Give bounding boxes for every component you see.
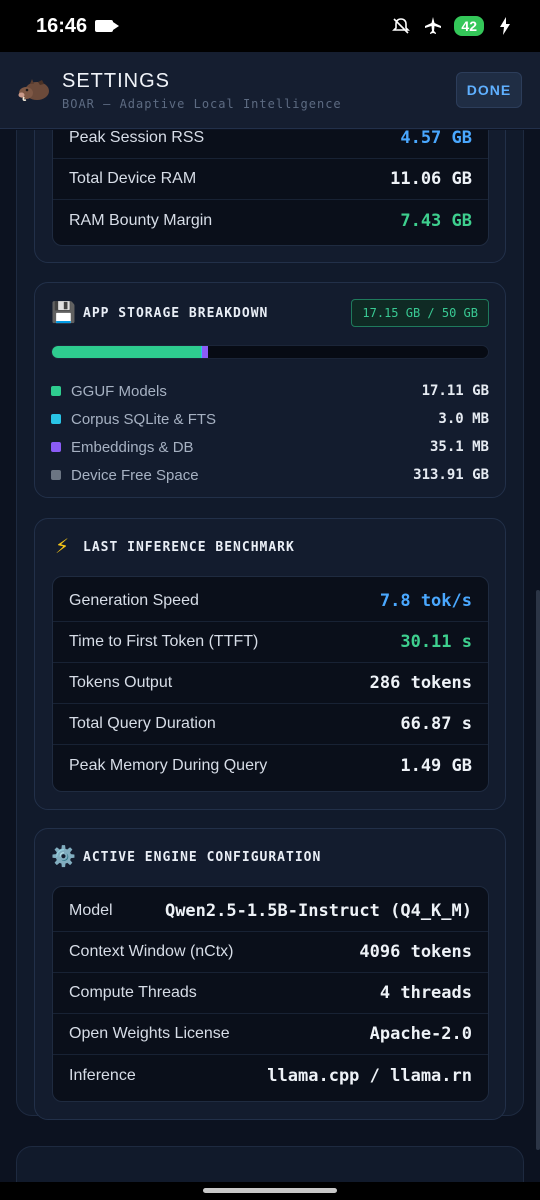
storage-bar-embeddings bbox=[202, 346, 208, 358]
benchmark-label: Generation Speed bbox=[69, 592, 199, 609]
next-panel bbox=[16, 1146, 524, 1182]
memory-table: Peak Session RSS 4.57 GB Total Device RA… bbox=[52, 130, 489, 246]
legend-swatch bbox=[51, 414, 61, 424]
benchmark-row: Generation Speed 7.8 tok/s bbox=[53, 581, 488, 622]
legend-item-embeddings: Embeddings & DB 35.1 MB bbox=[51, 433, 489, 461]
storage-bar-gguf bbox=[52, 346, 202, 358]
memory-value: 7.43 GB bbox=[400, 210, 472, 231]
benchmark-card-title: LAST INFERENCE BENCHMARK bbox=[83, 539, 295, 555]
engine-label: Context Window (nCtx) bbox=[69, 943, 234, 960]
legend-item-free-space: Device Free Space 313.91 GB bbox=[51, 461, 489, 489]
scrollbar[interactable] bbox=[536, 590, 540, 1150]
memory-row-total-ram: Total Device RAM 11.06 GB bbox=[53, 159, 488, 200]
benchmark-card-header: ⚡ LAST INFERENCE BENCHMARK bbox=[51, 535, 295, 559]
mute-icon bbox=[390, 15, 412, 37]
storage-card-header: 💾 APP STORAGE BREAKDOWN bbox=[51, 301, 268, 325]
benchmark-label: Time to First Token (TTFT) bbox=[69, 633, 259, 650]
engine-value: llama.cpp / llama.rn bbox=[267, 1065, 472, 1086]
status-bar: 16:46 42 bbox=[0, 0, 540, 52]
floppy-disk-icon: 💾 bbox=[51, 302, 76, 324]
benchmark-table: Generation Speed 7.8 tok/s Time to First… bbox=[52, 576, 489, 792]
memory-label: RAM Bounty Margin bbox=[69, 211, 213, 229]
benchmark-value: 286 tokens bbox=[369, 673, 472, 693]
engine-value: 4096 tokens bbox=[359, 942, 472, 962]
battery-indicator: 42 bbox=[454, 16, 484, 36]
storage-usage-badge: 17.15 GB / 50 GB bbox=[351, 299, 489, 327]
benchmark-row: Tokens Output 286 tokens bbox=[53, 663, 488, 704]
engine-value: Qwen2.5-1.5B-Instruct (Q4_K_M) bbox=[164, 901, 472, 921]
legend-swatch bbox=[51, 386, 61, 396]
memory-value: 11.06 GB bbox=[390, 169, 472, 189]
engine-row-inference: Inference llama.cpp / llama.rn bbox=[53, 1055, 488, 1096]
legend-label: GGUF Models bbox=[71, 382, 167, 400]
engine-card-header: ⚙️ ACTIVE ENGINE CONFIGURATION bbox=[51, 845, 321, 869]
legend-label: Device Free Space bbox=[71, 466, 199, 484]
legend-item-corpus: Corpus SQLite & FTS 3.0 MB bbox=[51, 405, 489, 433]
engine-row-model: Model Qwen2.5-1.5B-Instruct (Q4_K_M) bbox=[53, 891, 488, 932]
system-nav-bar bbox=[0, 1182, 540, 1200]
legend-value: 3.0 MB bbox=[438, 411, 489, 427]
boar-icon bbox=[18, 73, 52, 107]
engine-table: Model Qwen2.5-1.5B-Instruct (Q4_K_M) Con… bbox=[52, 886, 489, 1102]
benchmark-label: Peak Memory During Query bbox=[69, 756, 268, 774]
storage-usage-bar bbox=[51, 345, 489, 359]
memory-row-bounty-margin: RAM Bounty Margin 7.43 GB bbox=[53, 200, 488, 241]
memory-value: 4.57 GB bbox=[400, 130, 472, 148]
engine-row-context: Context Window (nCtx) 4096 tokens bbox=[53, 932, 488, 973]
legend-swatch bbox=[51, 442, 61, 452]
engine-label: Open Weights License bbox=[69, 1025, 230, 1042]
done-button[interactable]: DONE bbox=[456, 72, 522, 108]
engine-card-title: ACTIVE ENGINE CONFIGURATION bbox=[83, 849, 322, 865]
benchmark-row: Peak Memory During Query 1.49 GB bbox=[53, 745, 488, 786]
engine-label: Compute Threads bbox=[69, 984, 197, 1001]
engine-row-threads: Compute Threads 4 threads bbox=[53, 973, 488, 1014]
legend-value: 35.1 MB bbox=[429, 439, 489, 455]
memory-label: Total Device RAM bbox=[69, 170, 197, 187]
gear-icon: ⚙️ bbox=[51, 846, 76, 868]
status-time: 16:46 bbox=[36, 14, 88, 37]
benchmark-value: 7.8 tok/s bbox=[379, 591, 472, 611]
memory-row-peak-rss: Peak Session RSS 4.57 GB bbox=[53, 130, 488, 159]
page-title: SETTINGS bbox=[62, 69, 171, 92]
memory-label: Peak Session RSS bbox=[69, 130, 205, 146]
legend-value: 313.91 GB bbox=[413, 467, 489, 483]
legend-swatch bbox=[51, 470, 61, 480]
engine-label: Inference bbox=[69, 1066, 136, 1084]
lightning-icon: ⚡ bbox=[54, 536, 70, 558]
legend-item-gguf: GGUF Models 17.11 GB bbox=[51, 377, 489, 405]
storage-card: 💾 APP STORAGE BREAKDOWN 17.15 GB / 50 GB… bbox=[34, 282, 506, 498]
legend-label: Embeddings & DB bbox=[71, 438, 194, 456]
benchmark-label: Tokens Output bbox=[69, 674, 173, 691]
video-camera-icon bbox=[95, 20, 120, 32]
engine-row-license: Open Weights License Apache-2.0 bbox=[53, 1014, 488, 1055]
settings-header: SETTINGS BOAR — Adaptive Local Intellige… bbox=[0, 52, 540, 129]
settings-scroll-area[interactable]: Peak Session RSS 4.57 GB Total Device RA… bbox=[0, 130, 540, 1182]
benchmark-label: Total Query Duration bbox=[69, 715, 216, 732]
legend-label: Corpus SQLite & FTS bbox=[71, 410, 217, 428]
benchmark-value: 30.11 s bbox=[400, 632, 472, 652]
engine-label: Model bbox=[69, 902, 113, 919]
storage-card-title: APP STORAGE BREAKDOWN bbox=[83, 305, 269, 321]
legend-value: 17.11 GB bbox=[421, 383, 489, 399]
airplane-mode-icon bbox=[422, 15, 444, 37]
benchmark-row: Time to First Token (TTFT) 30.11 s bbox=[53, 622, 488, 663]
page-subtitle: BOAR — Adaptive Local Intelligence bbox=[62, 96, 342, 111]
engine-value: 4 threads bbox=[379, 983, 472, 1003]
benchmark-row: Total Query Duration 66.87 s bbox=[53, 704, 488, 745]
charging-icon bbox=[494, 15, 516, 37]
home-gesture-handle[interactable] bbox=[203, 1188, 337, 1193]
engine-value: Apache-2.0 bbox=[369, 1024, 472, 1044]
benchmark-value: 1.49 GB bbox=[400, 755, 472, 776]
status-icons: 42 bbox=[390, 15, 516, 37]
benchmark-value: 66.87 s bbox=[400, 714, 472, 734]
